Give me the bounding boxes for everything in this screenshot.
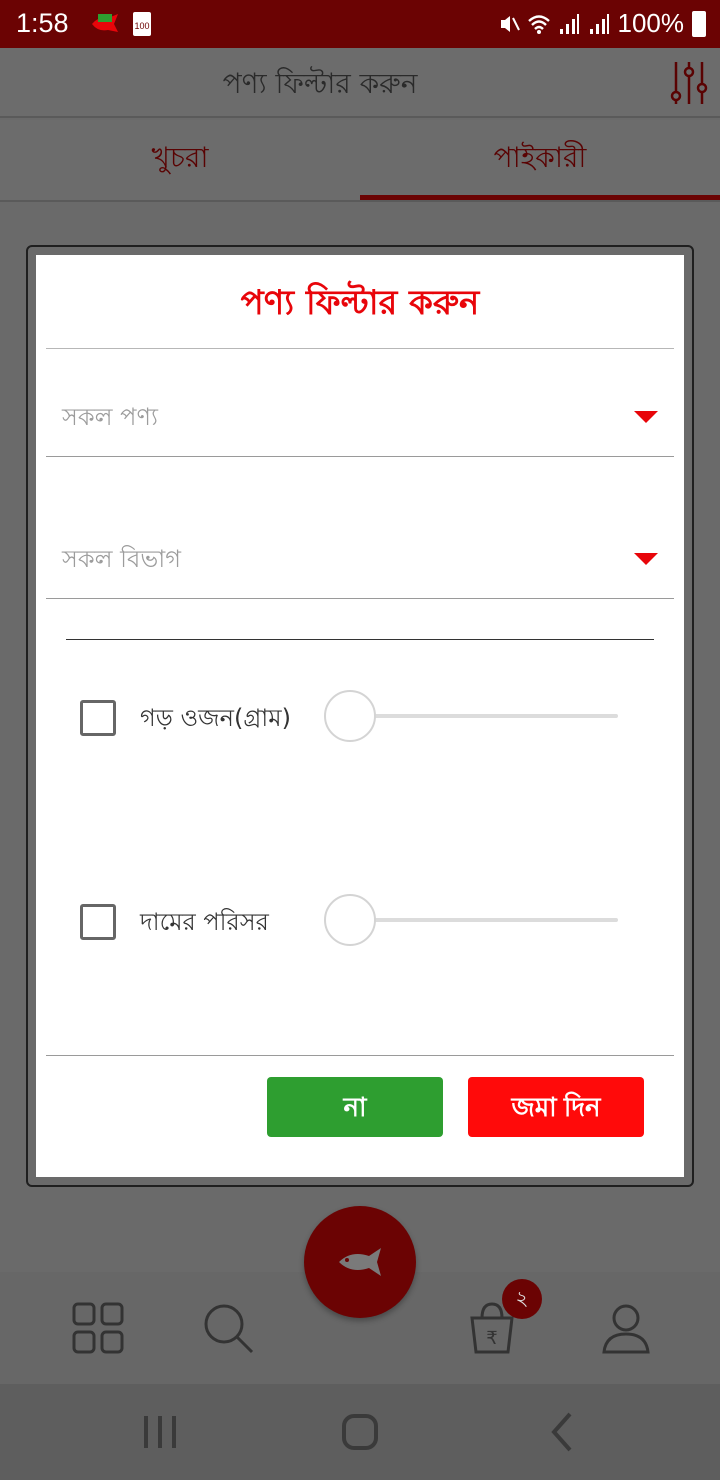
battery-percent: 100% [617,8,685,38]
price-label: দামের পরিসর [140,908,269,936]
slider-thumb[interactable] [324,690,376,742]
divider [66,639,654,640]
weight-label: গড় ওজন(গ্রাম) [140,704,291,732]
divider [46,348,674,349]
slider-track [350,918,618,922]
submit-button[interactable]: জমা দিন [468,1077,644,1137]
division-select[interactable]: সকল বিভাগ [46,525,674,595]
divider [46,598,674,599]
product-select-value: সকল পণ্য [62,403,158,431]
status-right: 100% [498,8,706,39]
cart-count-badge: ২ [502,1279,542,1319]
app-bar: পণ্য ফিল্টার করুন [0,48,720,118]
wifi-icon [527,14,550,34]
home-fab-button[interactable] [304,1206,416,1318]
price-filter-row: দামের পরিসর [80,892,640,952]
weight-filter-row: গড় ওজন(গ্রাম) [80,688,640,748]
svg-text:₹: ₹ [486,1328,497,1349]
sliders-icon[interactable] [668,60,710,106]
status-time: 1:58 [16,8,69,38]
product-select[interactable]: সকল পণ্য [46,383,674,453]
battery-icon [692,10,706,37]
division-select-value: সকল বিভাগ [62,545,181,573]
slider-thumb[interactable] [324,894,376,946]
divider [46,1055,674,1056]
status-bar: 1:58 100 100% [0,0,720,48]
app-icon [92,14,118,32]
slider-track [350,714,618,718]
price-slider[interactable] [324,892,624,948]
search-icon[interactable] [200,1300,256,1356]
back-icon[interactable] [540,1410,584,1454]
signal-icon [559,13,579,34]
home-icon[interactable] [338,1410,382,1454]
mute-icon [500,15,520,32]
page-title: পণ্য ফিল্টার করুন [222,67,418,100]
tab-bar: খুচরা পাইকারী [0,120,720,202]
cancel-button[interactable]: না [267,1077,443,1137]
recent-apps-icon[interactable] [138,1410,182,1454]
divider [46,456,674,457]
dropdown-arrow-icon [634,553,658,565]
dropdown-arrow-icon [634,411,658,423]
grid-icon[interactable] [70,1300,126,1356]
signal-icon [589,13,609,34]
dialog-title: পণ্য ফিল্টার করুন [240,283,480,323]
battery-saver-icon: 100 [133,12,151,36]
tab-wholesale[interactable]: পাইকারী [360,120,720,200]
weight-slider[interactable] [324,688,624,744]
profile-icon[interactable] [598,1300,654,1356]
tab-retail[interactable]: খুচরা [0,120,360,200]
fish-icon [339,1248,381,1276]
filter-dialog: পণ্য ফিল্টার করুন সকল পণ্য সকল বিভাগ গড়… [36,255,684,1177]
weight-checkbox[interactable] [80,700,116,736]
price-checkbox[interactable] [80,904,116,940]
